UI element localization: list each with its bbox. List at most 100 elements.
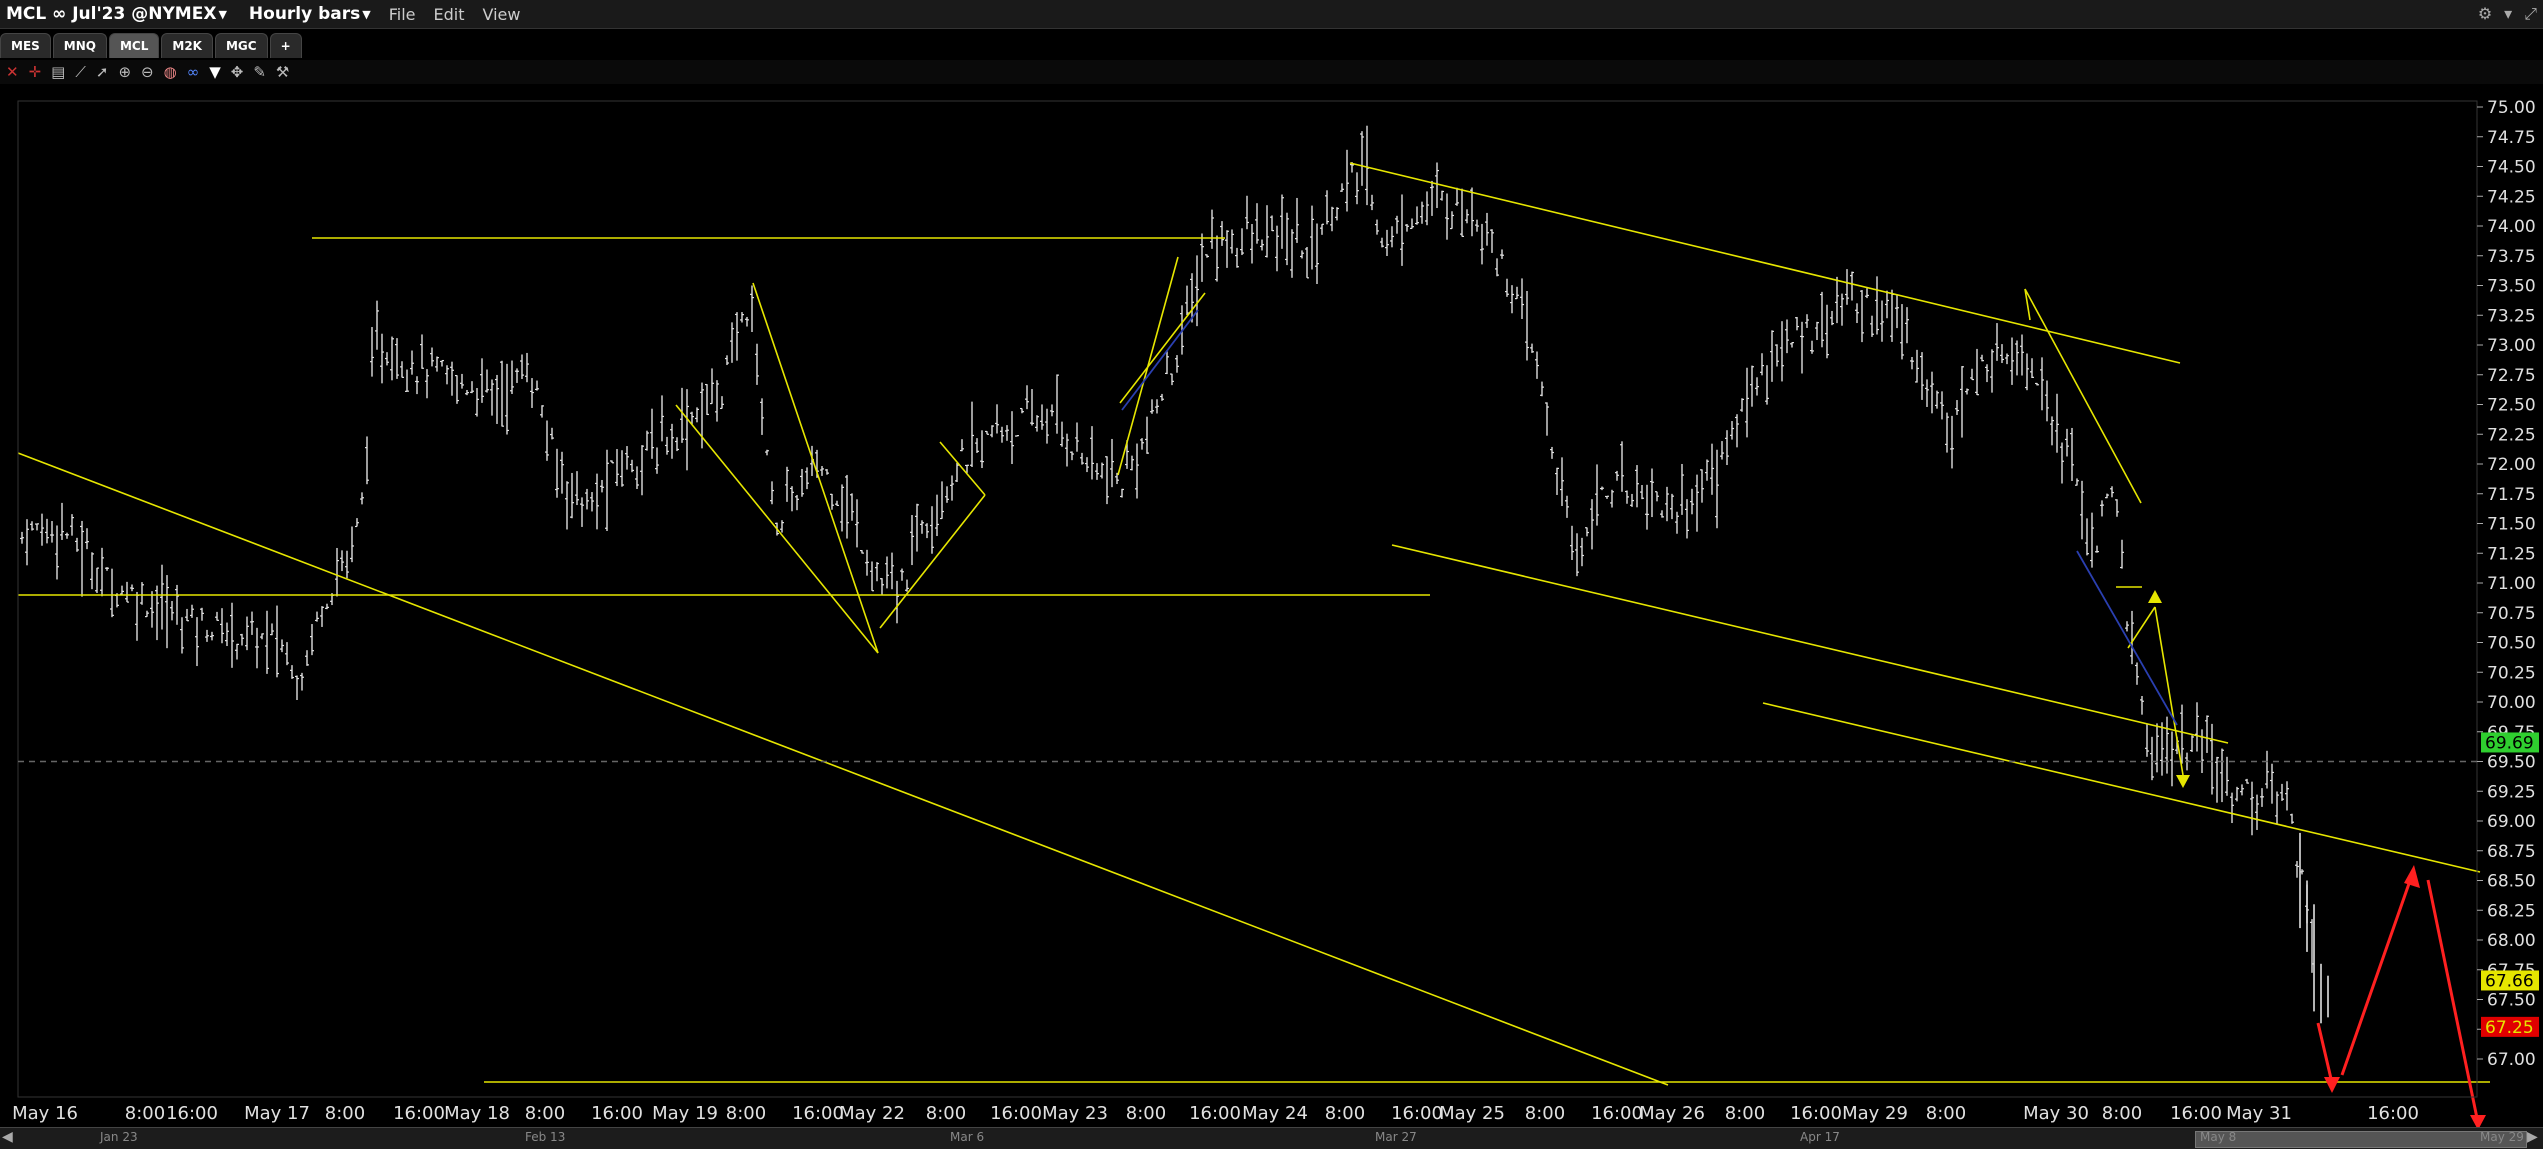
- tab-mgc[interactable]: MGC: [214, 33, 268, 58]
- red-arrow-head[interactable]: [2404, 865, 2420, 888]
- red-projection-arrow[interactable]: [2426, 879, 2480, 1124]
- overview-label: Jan 23: [100, 1130, 138, 1144]
- menu-edit[interactable]: Edit: [434, 5, 465, 24]
- arrow-down-head[interactable]: [2176, 775, 2190, 788]
- channel-line[interactable]: [1119, 292, 1206, 404]
- trend-lines[interactable]: [17, 162, 2490, 1127]
- x-tick-label: 16:00: [166, 1103, 218, 1124]
- bar-type-selector[interactable]: Hourly bars: [249, 4, 360, 24]
- x-tick-label: May 31: [2226, 1103, 2292, 1124]
- move-arrow[interactable]: [2154, 606, 2184, 776]
- y-tick-label: 71.75: [2487, 485, 2536, 505]
- filter-icon[interactable]: ▼: [209, 63, 221, 81]
- x-tick-label: 16:00: [2367, 1103, 2419, 1124]
- line-tool-icon[interactable]: ⟋: [75, 63, 86, 81]
- y-tick-label: 73.50: [2487, 277, 2536, 297]
- y-tick-label: 72.50: [2487, 396, 2536, 416]
- y-tick-label: 69.25: [2487, 782, 2536, 802]
- x-tick-label: 8:00: [926, 1103, 966, 1124]
- paint-icon[interactable]: ✎: [253, 63, 266, 81]
- crosshair-icon[interactable]: ✛: [29, 63, 42, 81]
- y-tick-label: 68.00: [2487, 931, 2536, 951]
- tab-mcl[interactable]: MCL: [108, 33, 160, 58]
- x-tick-label: May 30: [2023, 1103, 2089, 1124]
- y-tick-label: 73.00: [2487, 336, 2536, 356]
- chevron-down-icon[interactable]: ▾: [2504, 4, 2512, 24]
- channel-line[interactable]: [1762, 702, 2481, 873]
- x-tick-label: 16:00: [1189, 1103, 1241, 1124]
- x-tick-label: 16:00: [1591, 1103, 1643, 1124]
- scroll-thumb[interactable]: [2195, 1131, 2527, 1148]
- zoom-out-icon[interactable]: ⊖: [141, 63, 154, 81]
- overview-label: Apr 17: [1800, 1130, 1840, 1144]
- tab-mes[interactable]: MES: [0, 33, 51, 58]
- red-arrow-head[interactable]: [2324, 1077, 2340, 1093]
- x-tick-label: 16:00: [792, 1103, 844, 1124]
- gear-icon[interactable]: ⚙: [2478, 4, 2492, 24]
- y-tick-label: 70.00: [2487, 693, 2536, 713]
- x-tick-label: 8:00: [726, 1103, 766, 1124]
- overview-label: Feb 13: [525, 1130, 566, 1144]
- menu-view[interactable]: View: [483, 5, 521, 24]
- y-tick-label: 75.00: [2487, 98, 2536, 118]
- x-tick-label: May 24: [1242, 1103, 1308, 1124]
- overview-scrollbar[interactable]: ◀ ▶ Jan 23 Feb 13 Mar 6 Mar 27 Apr 17 Ma…: [0, 1127, 2543, 1149]
- link-icon[interactable]: ∞: [187, 63, 200, 81]
- x-tick-label: 16:00: [1790, 1103, 1842, 1124]
- overview-label: Mar 27: [1375, 1130, 1417, 1144]
- x-tick-label: May 26: [1639, 1103, 1705, 1124]
- x-tick-label: 16:00: [1391, 1103, 1443, 1124]
- pointer-icon[interactable]: ➚: [96, 63, 109, 81]
- wrench-icon[interactable]: ⚒: [276, 63, 289, 81]
- wedge-line[interactable]: [752, 282, 879, 654]
- y-tick-label: 67.00: [2487, 1050, 2536, 1070]
- x-tick-label: May 18: [444, 1103, 510, 1124]
- y-tick-label: 72.75: [2487, 366, 2536, 386]
- x-tick-label: 16:00: [990, 1103, 1042, 1124]
- y-tick-label: 71.00: [2487, 574, 2536, 594]
- tab-m2k[interactable]: M2K: [161, 33, 213, 58]
- plot-frame: [17, 100, 2478, 1098]
- y-tick-label: 72.00: [2487, 455, 2536, 475]
- y-tick-label: 71.50: [2487, 515, 2536, 535]
- red-projection-arrow[interactable]: [2340, 874, 2414, 1076]
- y-tick-label: 70.25: [2487, 663, 2536, 683]
- tab-mnq[interactable]: MNQ: [52, 33, 107, 58]
- menu-file[interactable]: File: [389, 5, 416, 24]
- ohlc-bars: [20, 125, 2329, 1024]
- chevron-down-icon[interactable]: ▼: [362, 8, 370, 21]
- close-icon[interactable]: ✕: [6, 63, 19, 81]
- yellow-price-tag: 67.66: [2485, 971, 2534, 991]
- move-icon[interactable]: ✥: [231, 63, 244, 81]
- y-tick-label: 68.25: [2487, 901, 2536, 921]
- blue-line[interactable]: [2076, 550, 2178, 726]
- globe-icon[interactable]: ◍: [164, 63, 177, 81]
- symbol-tabs: MES MNQ MCL M2K MGC +: [0, 33, 304, 59]
- resistance-line[interactable]: [1349, 162, 2181, 364]
- arrow-up-head[interactable]: [2148, 590, 2162, 603]
- contract-selector[interactable]: MCL ∞ Jul'23 @NYMEX: [6, 4, 216, 24]
- x-tick-label: 8:00: [125, 1103, 165, 1124]
- y-tick-label: 74.25: [2487, 187, 2536, 207]
- chevron-down-icon[interactable]: ▼: [218, 8, 226, 21]
- x-tick-label: 16:00: [393, 1103, 445, 1124]
- red-arrow-head[interactable]: [2470, 1115, 2486, 1127]
- scroll-right-icon[interactable]: ▶: [2527, 1129, 2538, 1145]
- title-bar: MCL ∞ Jul'23 @NYMEX ▼ Hourly bars ▼ File…: [0, 0, 2543, 29]
- price-icon[interactable]: ▤: [51, 63, 65, 81]
- price-chart[interactable]: 75.00 74.75 74.50 74.25 74.00 73.75 73.50 73.25…: [0, 85, 2543, 1127]
- x-tick-label: 8:00: [1725, 1103, 1765, 1124]
- y-tick-label: 73.25: [2487, 306, 2536, 326]
- x-tick-label: May 23: [1042, 1103, 1108, 1124]
- last-price-tag: 69.69: [2485, 733, 2534, 753]
- x-tick-label: May 22: [839, 1103, 905, 1124]
- x-tick-label: 16:00: [591, 1103, 643, 1124]
- tab-add[interactable]: +: [269, 33, 302, 58]
- scroll-left-icon[interactable]: ◀: [2, 1129, 13, 1145]
- red-price-tag: 67.25: [2485, 1018, 2534, 1038]
- overview-label: Mar 6: [950, 1130, 985, 1144]
- detach-icon[interactable]: ⤢: [2524, 4, 2537, 24]
- overview-label: May 29: [2480, 1130, 2524, 1144]
- zoom-in-icon[interactable]: ⊕: [118, 63, 131, 81]
- red-projection-arrow[interactable]: [2316, 1022, 2334, 1084]
